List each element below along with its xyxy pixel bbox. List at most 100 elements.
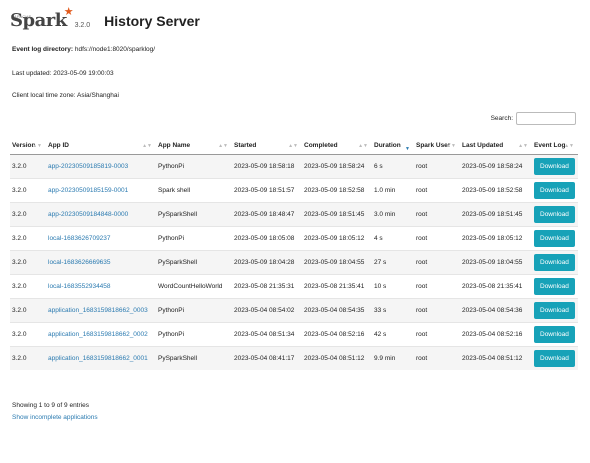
download-button[interactable]: Download	[534, 254, 575, 271]
cell-duration-text: 6 s	[374, 163, 383, 170]
cell-version-text: 3.2.0	[12, 331, 27, 338]
event-log-label: Event log directory:	[12, 46, 74, 53]
cell-last-updated-text: 2023-05-09 18:04:55	[462, 259, 523, 266]
cell-app-id: app-20230509185159-0001	[46, 178, 156, 203]
cell-version: 3.2.0	[10, 250, 46, 275]
cell-spark-user-text: root	[416, 211, 428, 218]
show-incomplete-link[interactable]: Show incomplete applications	[12, 414, 98, 421]
cell-completed: 2023-05-04 08:52:16	[302, 322, 372, 347]
cell-duration-text: 3.0 min	[374, 211, 396, 218]
spark-logo[interactable]: APACHE Spark ★ 3.2.0	[10, 6, 90, 30]
sort-icon: ▲▼	[564, 143, 574, 149]
cell-last-updated-text: 2023-05-04 08:52:16	[462, 331, 523, 338]
search-input[interactable]	[516, 112, 576, 125]
table-header-row: Version ▲▼ App ID ▲▼ App Name ▲▼ Started ▲▼ …	[10, 137, 578, 155]
col-version[interactable]: Version ▲▼	[10, 137, 46, 155]
cell-version-text: 3.2.0	[12, 307, 27, 314]
cell-started: 2023-05-04 08:51:34	[232, 322, 302, 347]
cell-spark-user-text: root	[416, 355, 428, 362]
cell-spark-user-text: root	[416, 259, 428, 266]
cell-duration-text: 9.9 min	[374, 355, 396, 362]
col-app-name[interactable]: App Name ▲▼	[156, 137, 232, 155]
cell-duration: 1.0 min	[372, 178, 414, 203]
app-id-link[interactable]: application_1683159818662_0003	[48, 307, 148, 314]
cell-app-name-text: PySparkShell	[158, 355, 198, 362]
app-id-link[interactable]: app-20230509185819-0003	[48, 163, 128, 170]
cell-last-updated: 2023-05-09 18:05:12	[460, 226, 532, 251]
download-button[interactable]: Download	[534, 302, 575, 319]
app-id-link[interactable]: application_1683159818662_0001	[48, 355, 148, 362]
sort-icon: ▲▼	[518, 143, 528, 149]
cell-app-name: PythonPi	[156, 226, 232, 251]
cell-duration-text: 42 s	[374, 331, 387, 338]
cell-duration-text: 27 s	[374, 259, 387, 266]
cell-started-text: 2023-05-08 21:35:31	[234, 283, 295, 290]
cell-duration: 33 s	[372, 298, 414, 323]
table-row: 3.2.0 application_1683159818662_0001 PySpa…	[10, 346, 578, 370]
sort-icon: ▲▼	[32, 143, 42, 149]
last-updated: Last updated: 2023-05-09 19:00:03	[12, 70, 114, 77]
app-id-link[interactable]: local-1683626709237	[48, 235, 111, 242]
cell-started-text: 2023-05-09 18:48:47	[234, 211, 295, 218]
cell-last-updated-text: 2023-05-09 18:52:58	[462, 187, 523, 194]
col-event-log[interactable]: Event Log ▲▼	[532, 137, 578, 155]
download-button[interactable]: Download	[534, 158, 575, 175]
app-id-link[interactable]: local-1683552934458	[48, 283, 111, 290]
cell-version-text: 3.2.0	[12, 163, 27, 170]
cell-completed-text: 2023-05-04 08:54:35	[304, 307, 365, 314]
download-button[interactable]: Download	[534, 182, 575, 199]
cell-spark-user: root	[414, 346, 460, 370]
col-completed[interactable]: Completed ▲▼	[302, 137, 372, 155]
col-started[interactable]: Started ▲▼	[232, 137, 302, 155]
cell-started: 2023-05-09 18:58:18	[232, 154, 302, 179]
app-id-link[interactable]: app-20230509185159-0001	[48, 187, 128, 194]
cell-app-name: WordCountHelloWorld	[156, 274, 232, 299]
download-button[interactable]: Download	[534, 230, 575, 247]
cell-started: 2023-05-08 21:35:31	[232, 274, 302, 299]
cell-completed: 2023-05-08 21:35:41	[302, 274, 372, 299]
cell-app-name-text: PySparkShell	[158, 211, 198, 218]
col-last-updated[interactable]: Last Updated ▲▼	[460, 137, 532, 155]
cell-app-name: PySparkShell	[156, 202, 232, 227]
cell-spark-user-text: root	[416, 307, 428, 314]
app-id-link[interactable]: local-1683626669635	[48, 259, 111, 266]
logo-apache-text: APACHE	[14, 14, 32, 19]
download-button[interactable]: Download	[534, 326, 575, 343]
applications-table: Version ▲▼ App ID ▲▼ App Name ▲▼ Started ▲▼ …	[10, 137, 578, 370]
cell-app-name-text: PythonPi	[158, 331, 185, 338]
cell-app-name: PySparkShell	[156, 346, 232, 370]
cell-spark-user: root	[414, 226, 460, 251]
cell-app-name-text: Spark shell	[158, 187, 191, 194]
cell-version: 3.2.0	[10, 178, 46, 203]
cell-started: 2023-05-04 08:41:17	[232, 346, 302, 370]
col-app-id[interactable]: App ID ▲▼	[46, 137, 156, 155]
cell-completed: 2023-05-09 18:04:55	[302, 250, 372, 275]
cell-app-id: app-20230509185819-0003	[46, 154, 156, 179]
col-duration[interactable]: Duration ▼	[372, 137, 414, 155]
table-row: 3.2.0 app-20230509185159-0001 Spark shell 2…	[10, 178, 578, 203]
download-button[interactable]: Download	[534, 350, 575, 367]
table-row: 3.2.0 local-1683626709237 PythonPi 2023-05-…	[10, 226, 578, 251]
cell-version: 3.2.0	[10, 322, 46, 347]
cell-completed: 2023-05-09 18:52:58	[302, 178, 372, 203]
event-log-directory: Event log directory: hdfs://node1:8020/s…	[12, 46, 155, 53]
app-id-link[interactable]: application_1683159818662_0002	[48, 331, 148, 338]
cell-app-id: application_1683159818662_0001	[46, 346, 156, 370]
cell-last-updated-text: 2023-05-09 18:58:24	[462, 163, 523, 170]
cell-duration-text: 1.0 min	[374, 187, 396, 194]
cell-completed-text: 2023-05-04 08:52:16	[304, 331, 365, 338]
cell-version: 3.2.0	[10, 202, 46, 227]
cell-app-id: local-1683552934458	[46, 274, 156, 299]
cell-spark-user: root	[414, 250, 460, 275]
sort-icon: ▲▼	[288, 143, 298, 149]
cell-spark-user: root	[414, 298, 460, 323]
app-id-link[interactable]: app-20230509184848-0000	[48, 211, 128, 218]
col-spark-user[interactable]: Spark User ▲▼	[414, 137, 460, 155]
download-button[interactable]: Download	[534, 206, 575, 223]
cell-app-name-text: WordCountHelloWorld	[158, 283, 223, 290]
sort-icon: ▲▼	[218, 143, 228, 149]
cell-completed-text: 2023-05-09 18:51:45	[304, 211, 365, 218]
download-button[interactable]: Download	[534, 278, 575, 295]
cell-duration: 42 s	[372, 322, 414, 347]
cell-last-updated-text: 2023-05-09 18:51:45	[462, 211, 523, 218]
